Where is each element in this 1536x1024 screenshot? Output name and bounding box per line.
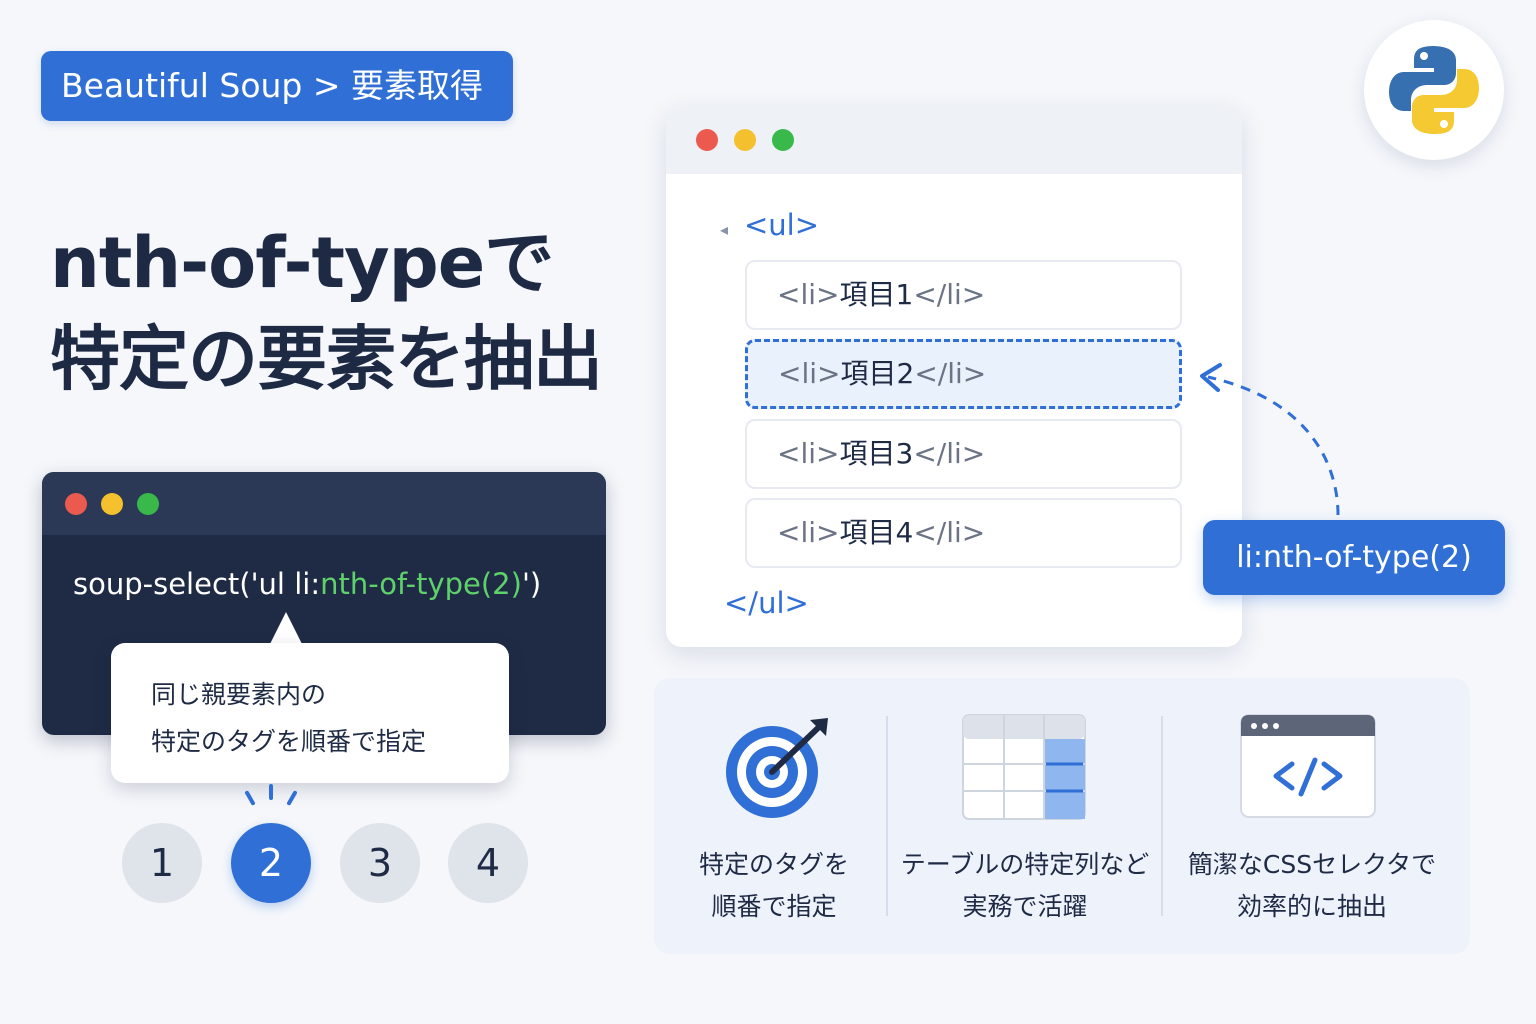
maximize-dot-icon (137, 493, 159, 515)
highlight-spark-icon (269, 784, 273, 800)
bubble-line-2: 特定のタグを順番で指定 (151, 727, 427, 756)
code-window-titlebar (42, 472, 606, 535)
feature-divider (1161, 716, 1163, 916)
breadcrumb-label: Beautiful Soup > 要素取得 (61, 66, 484, 105)
python-logo (1364, 20, 1504, 160)
highlight-spark-icon (286, 790, 298, 806)
feature-label-3: 簡潔なCSSセレクタで 効率的に抽出 (1187, 850, 1437, 921)
code-window-icon (1240, 714, 1376, 818)
bubble-line-1: 同じ親要素内の (151, 680, 327, 709)
list-item-1[interactable]: <li>項目1</li> (745, 260, 1182, 330)
selector-chip[interactable]: li:nth-of-type(2) (1203, 520, 1505, 595)
feature-label-2: テーブルの特定列など 実務で活躍 (900, 850, 1150, 921)
code-prefix: soup-select('ul li: (73, 567, 321, 601)
code-suffix: ') (521, 567, 542, 601)
breadcrumb[interactable]: Beautiful Soup > 要素取得 (41, 51, 513, 121)
feature-label-1: 特定のタグを 順番で指定 (698, 850, 849, 921)
preview-titlebar (666, 106, 1242, 174)
page-title: nth-of-typeで 特定の要素を抽出 (50, 215, 620, 407)
html-preview-window: ◂ <ul> <li>項目1</li> <li>項目2</li> <li>項目3… (666, 106, 1242, 647)
selector-arrow-icon (1200, 363, 1340, 516)
minimize-dot-icon (101, 493, 123, 515)
list-item-3[interactable]: <li>項目3</li> (745, 419, 1182, 489)
number-circle-2-active[interactable]: 2 (231, 823, 311, 903)
title-line-2: 特定の要素を抽出 (50, 318, 603, 400)
feature-divider (886, 716, 888, 916)
maximize-dot-icon (772, 129, 794, 151)
table-column-icon (962, 714, 1086, 820)
minimize-dot-icon (734, 129, 756, 151)
list-item-2-selected[interactable]: <li>項目2</li> (745, 339, 1182, 409)
close-dot-icon (696, 129, 718, 151)
list-item-4[interactable]: <li>項目4</li> (745, 498, 1182, 568)
ul-close-tag: </ul> (724, 586, 809, 620)
title-line-1: nth-of-typeで (50, 222, 554, 304)
code-highlight: nth-of-type(2) (320, 567, 522, 601)
number-circle-1[interactable]: 1 (122, 823, 202, 903)
target-icon (726, 718, 828, 818)
ul-open-tag: <ul> (744, 208, 820, 242)
number-circle-3[interactable]: 3 (340, 823, 420, 903)
close-dot-icon (65, 493, 87, 515)
selector-chip-label: li:nth-of-type(2) (1236, 540, 1472, 575)
highlight-spark-icon (244, 790, 256, 806)
explanation-bubble: 同じ親要素内の 特定のタグを順番で指定 (111, 643, 509, 783)
code-line: soup-select('ul li:nth-of-type(2)') (73, 567, 541, 601)
python-logo-icon (1389, 46, 1479, 134)
bubble-pointer (270, 612, 302, 644)
number-circle-4[interactable]: 4 (448, 823, 528, 903)
collapse-caret-icon[interactable]: ◂ (720, 220, 728, 239)
